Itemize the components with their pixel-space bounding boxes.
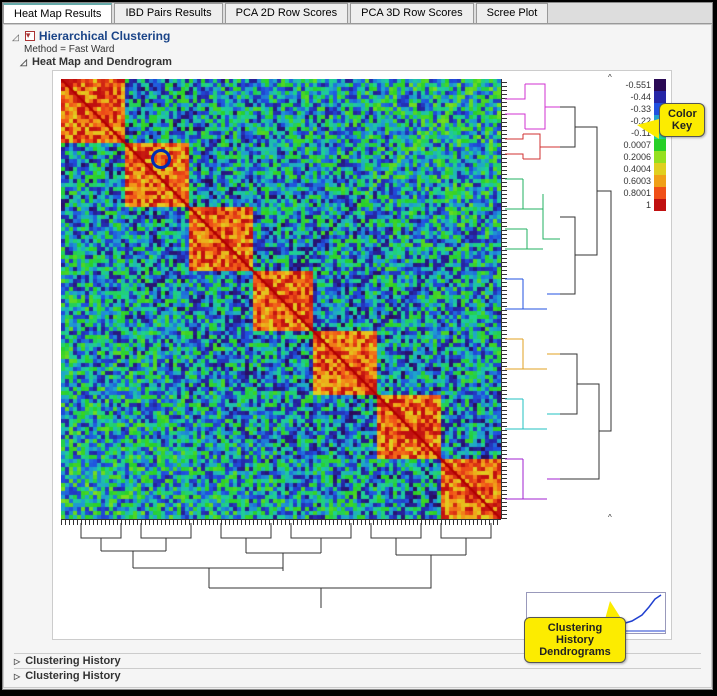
colorkey-value: 0.8001 bbox=[623, 188, 651, 198]
menu-hotspot-icon[interactable] bbox=[25, 31, 35, 41]
callout-tail bbox=[637, 119, 659, 139]
colorkey-value: -0.44 bbox=[630, 92, 651, 102]
colorkey-value: 0.2006 bbox=[623, 152, 651, 162]
tab-ibd-pairs-results[interactable]: IBD Pairs Results bbox=[114, 3, 222, 23]
callout-color-key: Color Key bbox=[659, 103, 705, 137]
tab-pca-3d-row-scores[interactable]: PCA 3D Row Scores bbox=[350, 3, 473, 23]
callout-dendrograms: Clustering History Dendrograms bbox=[524, 617, 626, 663]
colorkey-swatch bbox=[654, 91, 666, 103]
colorkey-swatch bbox=[654, 79, 666, 91]
section-title: Hierarchical Clustering bbox=[39, 29, 170, 43]
content-area: Hierarchical Clustering Method = Fast Wa… bbox=[3, 24, 712, 688]
disclosure-triangle-closed-icon[interactable] bbox=[14, 670, 22, 682]
colorkey-swatch bbox=[654, 199, 666, 211]
col-dendrogram[interactable] bbox=[61, 523, 501, 613]
colorkey-value: 0.4004 bbox=[623, 164, 651, 174]
color-key-legend: -0.551 -0.44 -0.33 -0.22 -0.11 0.0007 0.… bbox=[616, 79, 666, 211]
disclosure-triangle-open-icon[interactable] bbox=[12, 29, 21, 43]
colorkey-swatch bbox=[654, 163, 666, 175]
colorkey-value: -0.33 bbox=[630, 104, 651, 114]
row-dendrogram[interactable] bbox=[505, 79, 613, 519]
subsection-title: Heat Map and Dendrogram bbox=[32, 56, 172, 68]
tab-bar: Heat Map Results IBD Pairs Results PCA 2… bbox=[3, 3, 712, 24]
plot-area: ^ ^ bbox=[52, 70, 672, 640]
method-label: Method = Fast Ward bbox=[24, 44, 703, 55]
app-window: Heat Map Results IBD Pairs Results PCA 2… bbox=[2, 2, 713, 690]
colorkey-swatch bbox=[654, 151, 666, 163]
colorkey-swatch bbox=[654, 139, 666, 151]
section-header-hierarchical-clustering[interactable]: Hierarchical Clustering bbox=[12, 29, 703, 43]
colorkey-swatch bbox=[654, 175, 666, 187]
closed-section-label: Clustering History bbox=[25, 670, 120, 682]
heatmap[interactable] bbox=[61, 79, 501, 519]
tab-pca-2d-row-scores[interactable]: PCA 2D Row Scores bbox=[225, 3, 348, 23]
colorkey-value: 0.6003 bbox=[623, 176, 651, 186]
disclosure-triangle-open-icon[interactable] bbox=[20, 56, 29, 68]
disclosure-triangle-closed-icon[interactable] bbox=[14, 655, 22, 667]
colorkey-value: -0.551 bbox=[625, 80, 651, 90]
colorkey-value: 1 bbox=[646, 200, 651, 210]
closed-section-label: Clustering History bbox=[25, 655, 120, 667]
tab-heat-map-results[interactable]: Heat Map Results bbox=[3, 3, 112, 23]
section-header-clustering-history[interactable]: Clustering History bbox=[14, 668, 701, 683]
subsection-header-heatmap[interactable]: Heat Map and Dendrogram bbox=[20, 56, 703, 68]
colorkey-swatch bbox=[654, 187, 666, 199]
heatmap-canvas[interactable] bbox=[61, 79, 501, 519]
selection-circle-icon[interactable] bbox=[151, 149, 171, 169]
tab-scree-plot[interactable]: Scree Plot bbox=[476, 3, 549, 23]
colorkey-value: 0.0007 bbox=[623, 140, 651, 150]
